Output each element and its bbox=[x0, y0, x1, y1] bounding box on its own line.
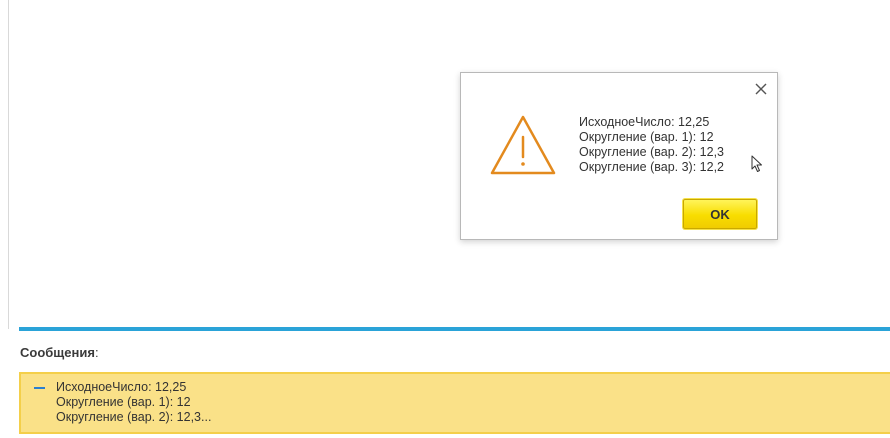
messages-heading-text: Сообщения bbox=[20, 345, 95, 360]
dialog-line-rounding-1: Округление (вар. 1): 12 bbox=[579, 130, 714, 144]
ok-button[interactable]: OK bbox=[683, 199, 757, 229]
collapse-minus-icon[interactable] bbox=[34, 387, 45, 389]
close-icon[interactable] bbox=[751, 79, 771, 99]
messages-heading-colon: : bbox=[94, 345, 99, 360]
warning-dialog: ИсходноеЧисло: 12,25 Округление (вар. 1)… bbox=[460, 72, 778, 240]
left-border-line bbox=[8, 0, 9, 329]
messages-panel: ИсходноеЧисло: 12,25 Округление (вар. 1)… bbox=[19, 372, 890, 434]
message-line-rounding-2: Округление (вар. 2): 12,3... bbox=[56, 410, 212, 424]
messages-heading: Сообщения: bbox=[20, 345, 99, 360]
messages-separator-bar bbox=[19, 327, 890, 331]
message-line-rounding-1: Округление (вар. 1): 12 bbox=[56, 395, 191, 409]
mouse-cursor-icon bbox=[751, 155, 763, 173]
message-item[interactable]: ИсходноеЧисло: 12,25 Округление (вар. 1)… bbox=[56, 380, 211, 425]
warning-triangle-icon bbox=[488, 113, 558, 177]
message-line-source-number: ИсходноеЧисло: 12,25 bbox=[56, 380, 187, 394]
dialog-line-source-number: ИсходноеЧисло: 12,25 bbox=[579, 115, 710, 129]
dialog-line-rounding-3: Округление (вар. 3): 12,2 bbox=[579, 160, 724, 174]
dialog-line-rounding-2: Округление (вар. 2): 12,3 bbox=[579, 145, 724, 159]
dialog-message: ИсходноеЧисло: 12,25 Округление (вар. 1)… bbox=[579, 115, 724, 175]
